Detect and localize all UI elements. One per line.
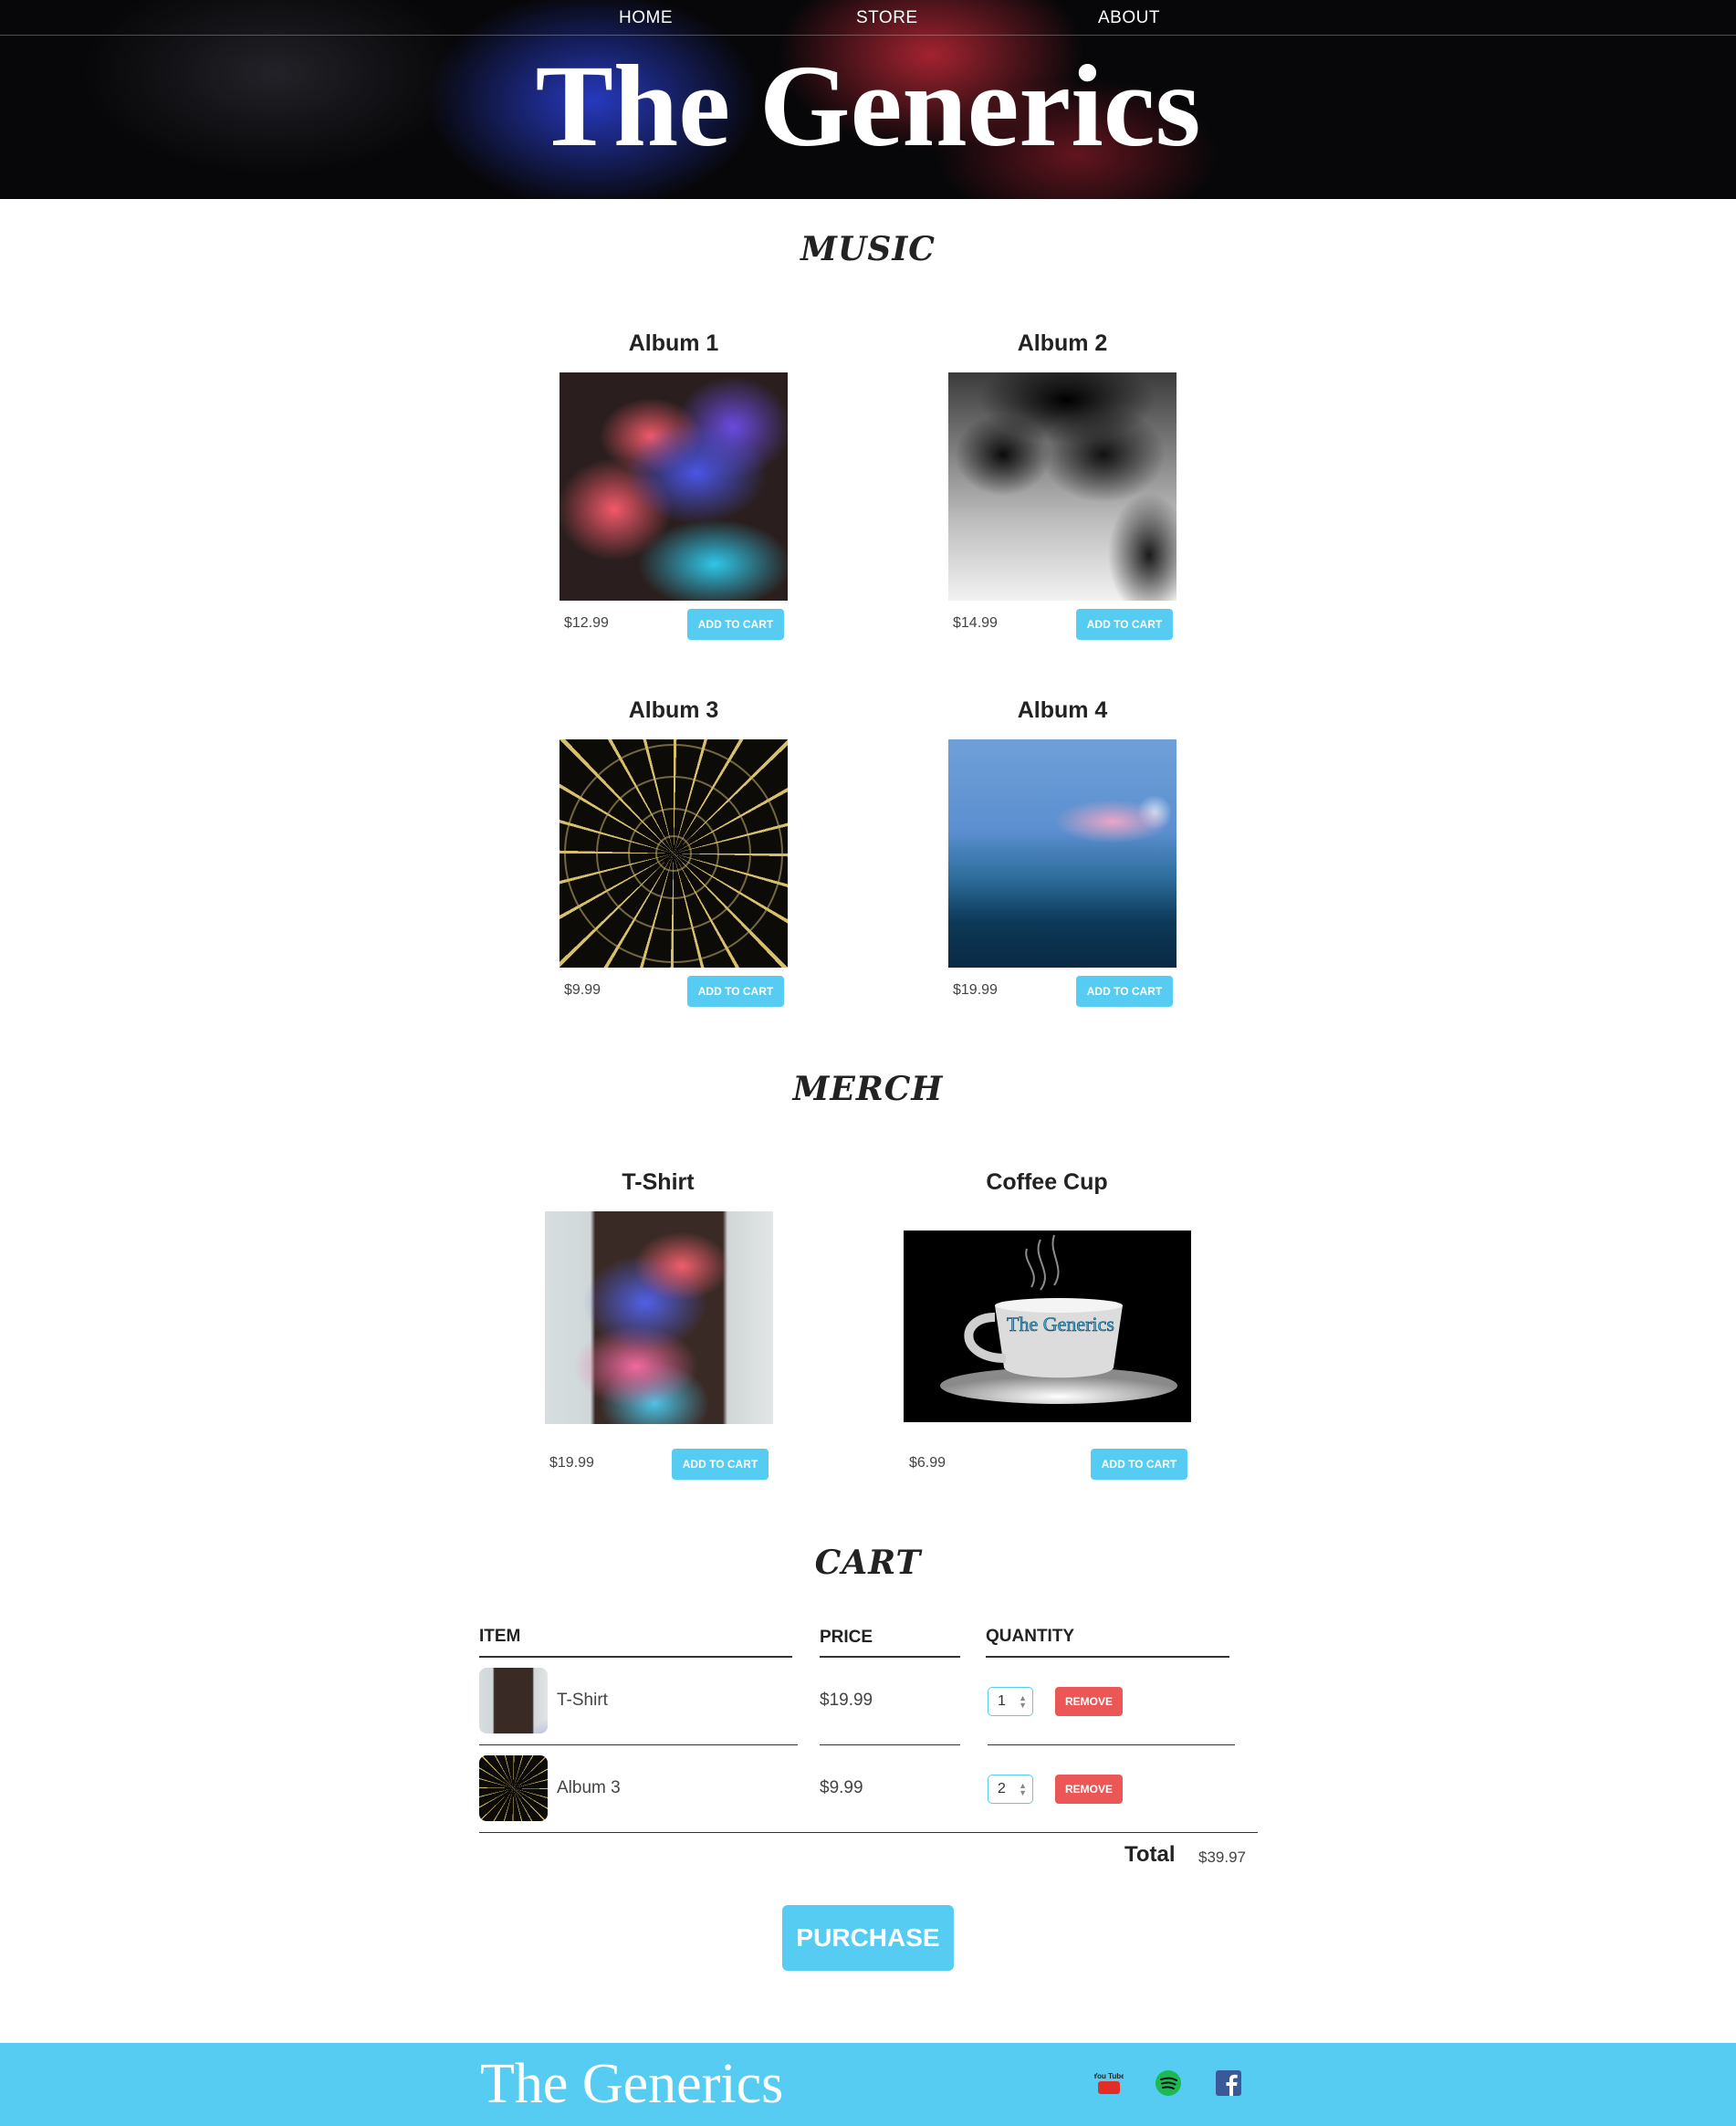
album-3-cover xyxy=(559,739,788,968)
divider xyxy=(820,1656,960,1658)
add-to-cart-button[interactable]: ADD TO CART xyxy=(687,976,784,1007)
spotify-icon[interactable] xyxy=(1154,2068,1183,2098)
facebook-icon[interactable] xyxy=(1214,2068,1243,2098)
merch-heading: MERCH xyxy=(792,1070,944,1108)
youtube-icon[interactable]: You Tube xyxy=(1094,2068,1124,2098)
youtube-label: You Tube xyxy=(1094,2072,1124,2080)
add-to-cart-button[interactable]: ADD TO CART xyxy=(672,1449,769,1480)
main-nav: HOME STORE ABOUT xyxy=(0,0,1736,36)
album-title: Album 4 xyxy=(1017,697,1108,723)
add-to-cart-button[interactable]: ADD TO CART xyxy=(687,609,784,640)
total-value: $39.97 xyxy=(1198,1848,1246,1866)
divider xyxy=(479,1656,792,1658)
cart-item-price: $19.99 xyxy=(820,1691,873,1710)
add-to-cart-button[interactable]: ADD TO CART xyxy=(1076,609,1173,640)
cart-header-quantity: QUANTITY xyxy=(986,1627,1075,1646)
site-header: HOME STORE ABOUT The Generics xyxy=(0,0,1736,199)
album-title: Album 1 xyxy=(628,330,719,356)
quantity-value: 2 xyxy=(998,1781,1006,1796)
add-to-cart-button[interactable]: ADD TO CART xyxy=(1076,976,1173,1007)
purchase-button[interactable]: PURCHASE xyxy=(782,1905,954,1971)
cart-item-thumbnail xyxy=(479,1755,548,1821)
cart-heading: CART xyxy=(814,1544,922,1582)
cart-item-name: T-Shirt xyxy=(557,1691,608,1710)
band-title: The Generics xyxy=(535,41,1201,171)
site-footer: The Generics You Tube xyxy=(0,2043,1736,2126)
tshirt-image xyxy=(545,1211,773,1424)
cart-item-thumbnail xyxy=(479,1668,548,1733)
nav-store-link[interactable]: STORE xyxy=(856,8,918,28)
cart-item-price: $9.99 xyxy=(820,1778,863,1797)
album-2-cover xyxy=(948,372,1177,601)
nav-about-link[interactable]: ABOUT xyxy=(1098,8,1160,28)
album-title: Album 3 xyxy=(628,697,719,723)
cup-logo-text: The Generics xyxy=(1007,1313,1114,1335)
album-title: Album 2 xyxy=(1017,330,1108,356)
merch-price: $19.99 xyxy=(549,1455,594,1471)
quantity-value: 1 xyxy=(998,1693,1006,1709)
spinner-arrows-icon[interactable]: ▲ ▼ xyxy=(1019,1694,1027,1710)
album-4-cover xyxy=(948,739,1177,968)
quantity-input[interactable]: 2 ▲ ▼ xyxy=(988,1775,1033,1804)
divider xyxy=(986,1656,1229,1658)
divider xyxy=(820,1744,960,1745)
album-price: $12.99 xyxy=(564,615,609,631)
remove-button[interactable]: REMOVE xyxy=(1055,1687,1123,1716)
merch-price: $6.99 xyxy=(909,1455,946,1471)
divider xyxy=(479,1832,1258,1833)
album-price: $9.99 xyxy=(564,982,601,998)
footer-title: The Generics xyxy=(480,2053,784,2115)
music-heading: MUSIC xyxy=(800,230,936,268)
divider xyxy=(988,1744,1235,1745)
album-price: $19.99 xyxy=(953,982,998,998)
coffee-cup-icon: The Generics xyxy=(940,1234,1177,1404)
cart-header-price: PRICE xyxy=(820,1628,873,1647)
divider xyxy=(479,1744,798,1745)
album-1-cover xyxy=(559,372,788,601)
merch-title: T-Shirt xyxy=(622,1169,695,1195)
cart-item-name: Album 3 xyxy=(557,1778,621,1797)
album-price: $14.99 xyxy=(953,615,998,631)
spinner-arrows-icon[interactable]: ▲ ▼ xyxy=(1019,1782,1027,1797)
merch-title: Coffee Cup xyxy=(986,1169,1108,1195)
coffee-cup-image: The Generics xyxy=(904,1231,1191,1422)
total-label: Total xyxy=(1124,1842,1176,1867)
cart-header-item: ITEM xyxy=(479,1627,521,1646)
quantity-input[interactable]: 1 ▲ ▼ xyxy=(988,1687,1033,1716)
remove-button[interactable]: REMOVE xyxy=(1055,1775,1123,1804)
nav-home-link[interactable]: HOME xyxy=(619,8,673,28)
add-to-cart-button[interactable]: ADD TO CART xyxy=(1091,1449,1187,1480)
